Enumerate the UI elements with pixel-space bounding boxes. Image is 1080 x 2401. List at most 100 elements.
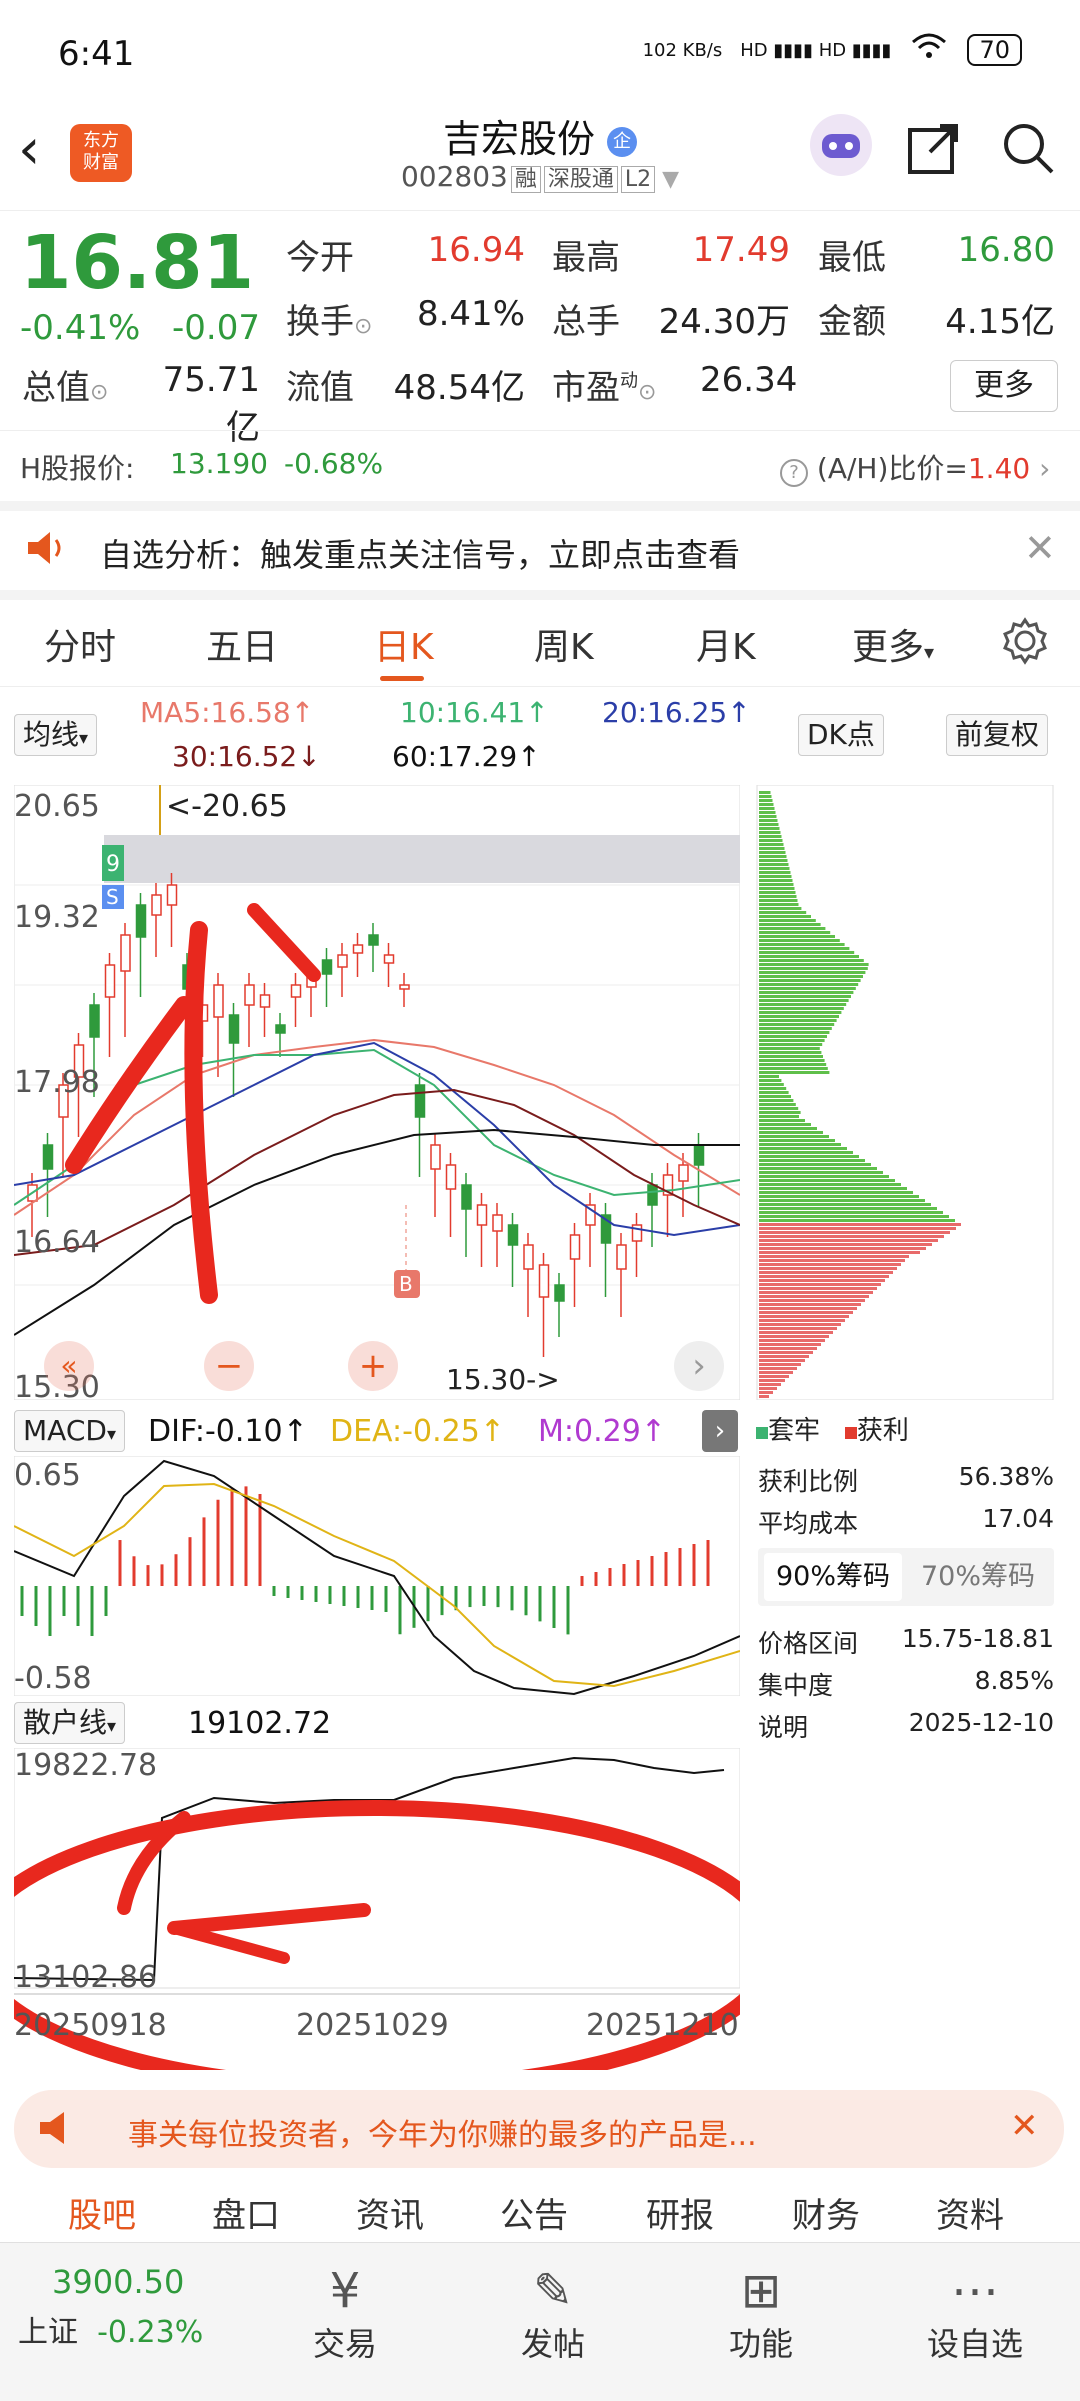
robot-avatar-icon[interactable] <box>808 112 874 190</box>
chip-bar <box>759 1075 779 1078</box>
chip-bar <box>759 955 859 958</box>
chip-bar <box>759 1003 847 1006</box>
more-dots-icon: ⋯ <box>951 2263 999 2319</box>
speaker-icon <box>24 528 68 572</box>
pe-label[interactable]: 市盈动⊙ <box>552 360 656 409</box>
tab-chip-90[interactable]: 90%筹码 <box>764 1553 902 1601</box>
trade-button[interactable]: ¥ 交易 <box>270 2263 420 2365</box>
turnover-label[interactable]: 换手⊙ <box>286 294 372 343</box>
close-ad-icon[interactable]: ✕ <box>1010 2106 1039 2146</box>
search-icon[interactable] <box>1000 120 1056 188</box>
chip-bar <box>759 795 772 798</box>
k-y-4: 16.64 <box>14 1225 100 1260</box>
chip-bar <box>759 1227 956 1230</box>
date-label-1: 20250918 <box>14 2008 167 2043</box>
low-label: 最低 <box>818 238 886 278</box>
tab-announcements[interactable]: 公告 <box>500 2188 568 2237</box>
macd-m: M:0.29↑ <box>538 1414 666 1449</box>
tab-order-book[interactable]: 盘口 <box>212 2188 280 2237</box>
ma10-value: 10:16.41↑ <box>400 696 549 729</box>
tab-reports[interactable]: 研报 <box>646 2188 714 2237</box>
settings-gear-icon[interactable] <box>1000 616 1050 670</box>
chip-bar <box>759 1291 873 1294</box>
chip-bar <box>759 931 831 934</box>
chip-bar <box>759 843 784 846</box>
functions-button[interactable]: ⊞ 功能 <box>686 2263 836 2365</box>
chip-bar <box>759 1155 859 1158</box>
tab-profile[interactable]: 资料 <box>936 2188 1004 2237</box>
tab-monthly-k[interactable]: 月K <box>696 618 756 670</box>
retail-line-selector[interactable]: 散户线▾ <box>14 1702 126 1744</box>
chip-bar <box>759 811 776 814</box>
tab-daily-k[interactable]: 日K <box>374 618 434 670</box>
chip-bar <box>759 1055 823 1058</box>
chip-bar <box>759 1347 817 1350</box>
ma30-value: 30:16.52↓ <box>172 740 321 773</box>
tab-weekly-k[interactable]: 周K <box>534 618 594 670</box>
h-share-row[interactable]: H股报价: 13.190 -0.68% ? (A/H)比价=1.40 › <box>0 430 1080 511</box>
chip-bar <box>759 935 835 938</box>
index-ticker[interactable]: 3900.50 上证 -0.23% <box>18 2263 248 2351</box>
chip-bar <box>759 1019 837 1022</box>
chip-bar <box>759 987 856 990</box>
chip-bar <box>759 1135 829 1138</box>
tag-l2: L2 <box>620 166 656 193</box>
post-button[interactable]: ✎ 发帖 <box>478 2263 628 2365</box>
chip-bar <box>759 1027 832 1030</box>
close-icon[interactable]: ✕ <box>1024 526 1056 570</box>
chip-bar <box>759 1143 841 1146</box>
share-icon[interactable] <box>906 120 962 188</box>
macd-selector[interactable]: MACD▾ <box>14 1410 125 1452</box>
rewind-icon[interactable]: « <box>44 1341 94 1391</box>
adjust-button[interactable]: 前复权 <box>946 714 1049 756</box>
add-watchlist-button[interactable]: ⋯ 设自选 <box>900 2263 1050 2365</box>
dk-point-button[interactable]: DK点 <box>798 714 884 756</box>
more-quote-button[interactable]: 更多 <box>950 360 1058 412</box>
chip-bar <box>759 863 789 866</box>
chip-bar <box>759 1331 833 1334</box>
chip-bar <box>759 1287 877 1290</box>
chip-bar <box>759 835 782 838</box>
mcap-label[interactable]: 总值⊙ <box>22 360 108 409</box>
chip-bar <box>759 1259 905 1262</box>
chart-period-tabs: 分时 五日 日K 周K 月K 更多▾ <box>0 600 1080 687</box>
chip-bar <box>759 1171 883 1174</box>
chip-bar <box>759 1083 784 1086</box>
chip-bar <box>759 1379 785 1382</box>
tab-more[interactable]: 更多▾ <box>852 618 934 670</box>
tab-intraday[interactable]: 分时 <box>44 618 116 670</box>
chip-bar <box>759 1391 773 1394</box>
high-label: 最高 <box>552 238 620 278</box>
ma-selector[interactable]: 均线▾ <box>14 714 98 756</box>
yen-coin-icon: ¥ <box>329 2263 361 2319</box>
candlestick-chart[interactable]: 9 S B 20.65 19.32 17.98 16.64 15.30 <-20… <box>14 785 740 1405</box>
chip-bar <box>759 1323 841 1326</box>
ad-text: 事关每位投资者，今年为你赚的最多的产品是... <box>128 2118 757 2153</box>
chip-bar <box>759 815 777 818</box>
chip-bar <box>759 1211 943 1214</box>
tab-five-day[interactable]: 五日 <box>206 618 278 670</box>
tab-news[interactable]: 资讯 <box>356 2188 424 2237</box>
chip-bar <box>759 1203 931 1206</box>
retail-y-top: 19822.78 <box>14 1748 158 1783</box>
expand-panel-icon[interactable]: › <box>702 1410 738 1452</box>
zoom-in-icon[interactable]: + <box>348 1341 398 1391</box>
ad-banner[interactable]: 事关每位投资者，今年为你赚的最多的产品是... ✕ <box>14 2090 1064 2168</box>
megaphone-icon <box>36 2108 82 2152</box>
chip-bar <box>759 1319 845 1322</box>
chip-bar <box>759 1039 825 1042</box>
help-icon[interactable]: ? <box>780 459 808 487</box>
tab-chip-70[interactable]: 70%筹码 <box>908 1553 1048 1601</box>
tab-forum[interactable]: 股吧 <box>68 2188 136 2237</box>
alert-banner[interactable]: 自选分析：触发重点关注信号，立即点击查看 ✕ <box>0 510 1080 600</box>
chip-bar <box>759 1023 835 1026</box>
zoom-out-icon[interactable]: − <box>204 1341 254 1391</box>
chevron-right-icon[interactable]: › <box>674 1341 724 1391</box>
chip-bar <box>759 1371 793 1374</box>
tab-financials[interactable]: 财务 <box>792 2188 860 2237</box>
active-tab-indicator <box>380 676 424 681</box>
chip-bar <box>759 1215 949 1218</box>
battery-icon: 70 <box>967 34 1022 66</box>
volume-label: 总手 <box>552 302 620 342</box>
chevron-down-icon[interactable]: ▼ <box>655 167 679 192</box>
